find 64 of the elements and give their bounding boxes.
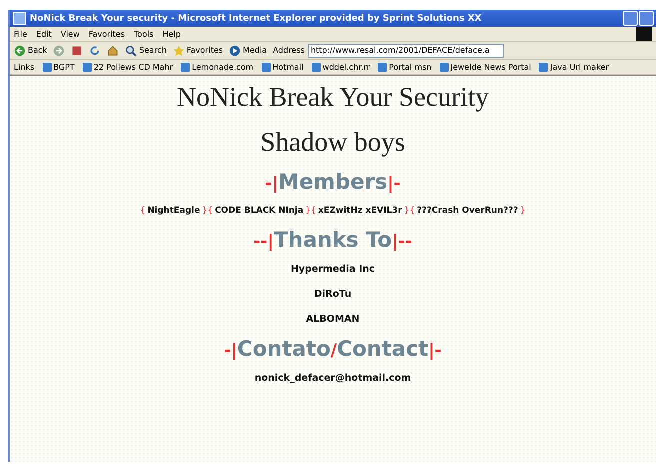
forward-icon [53, 44, 66, 56]
logo-icon [636, 27, 652, 41]
brace-text: }{ [404, 206, 416, 216]
credit-text: DiRoTu [314, 289, 352, 300]
link-item[interactable]: Portal msn [378, 62, 432, 72]
brace-text: }{ [306, 206, 316, 216]
heading-decoration: --| [254, 232, 274, 252]
toolbar-button[interactable]: Favorites [172, 44, 224, 56]
address-field[interactable]: http://www.resal.com/2001/DEFACE/deface.a [308, 44, 504, 58]
section-heading: Contact [337, 337, 429, 361]
page-title: NoNick Break Your Security [177, 82, 489, 113]
section-heading: Members [278, 170, 388, 194]
stop-icon [71, 44, 84, 56]
heading-decoration: |-- [392, 232, 412, 252]
address-label: Address [273, 46, 305, 55]
heading-decoration: -| [265, 174, 278, 194]
heading-decoration: |- [388, 174, 401, 194]
refresh-icon [89, 44, 102, 56]
browser-icon [13, 12, 26, 25]
menu-item[interactable]: File [14, 30, 28, 38]
credit-text: Hypermedia Inc [290, 264, 376, 275]
toolbar-button[interactable] [89, 44, 102, 56]
member-name: CODE BLACK NInja [214, 206, 305, 216]
page-subtitle: Shadow boys [260, 127, 406, 158]
section-heading: Contato [237, 337, 331, 361]
maximize-button[interactable] [639, 11, 654, 26]
brace-text: { [140, 206, 146, 216]
heading-decoration: |- [428, 341, 442, 361]
home-icon [107, 44, 120, 56]
brace-text: } [520, 206, 526, 216]
toolbar-button[interactable] [107, 44, 120, 56]
link-item[interactable]: BGPT [42, 62, 75, 72]
link-item[interactable]: Lemonade.com [181, 62, 254, 72]
toolbar-button[interactable] [53, 44, 66, 56]
play-icon [229, 44, 242, 56]
toolbar-button[interactable]: Back [14, 44, 48, 56]
link-item[interactable]: wddel.chr.rr [312, 62, 370, 72]
link-item[interactable]: Jewelde News Portal [440, 62, 532, 72]
section-heading: Thanks To [274, 228, 392, 252]
link-item[interactable]: Java Url maker [539, 62, 609, 72]
menu-item[interactable]: Favorites [88, 30, 126, 38]
window-title: NoNick Break Your security - Microsoft Internet Explorer provided by Sprint Solutions XX [30, 14, 483, 24]
link-item[interactable]: Hotmail [262, 62, 304, 72]
back-icon [14, 44, 26, 56]
menu-item[interactable]: View [60, 30, 80, 38]
credit-text: nonick_defacer@hotmail.com [254, 373, 412, 384]
toolbar-button[interactable]: Search [125, 44, 167, 56]
toolbar-button[interactable]: Media [229, 44, 268, 56]
links-label: Links [14, 62, 35, 72]
heading-decoration: -| [224, 341, 238, 361]
star-icon [172, 44, 185, 56]
member-name: ???Crash OverRun??? [416, 206, 520, 216]
menu-item[interactable]: Help [162, 30, 181, 38]
search-icon [125, 44, 138, 56]
toolbar-button[interactable] [71, 44, 84, 56]
menu-item[interactable]: Edit [36, 30, 52, 38]
link-item[interactable]: 22 Poliews CD Mahr [82, 62, 174, 72]
member-name: xEZwitHz xEVIL3r [317, 206, 404, 216]
menu-item[interactable]: Tools [134, 30, 154, 38]
brace-text: }{ [202, 206, 214, 216]
minimize-button[interactable] [623, 11, 638, 26]
credit-text: ALBOMAN [306, 314, 360, 325]
heading-decoration: / [330, 341, 338, 361]
member-name: NightEagle [146, 206, 202, 216]
